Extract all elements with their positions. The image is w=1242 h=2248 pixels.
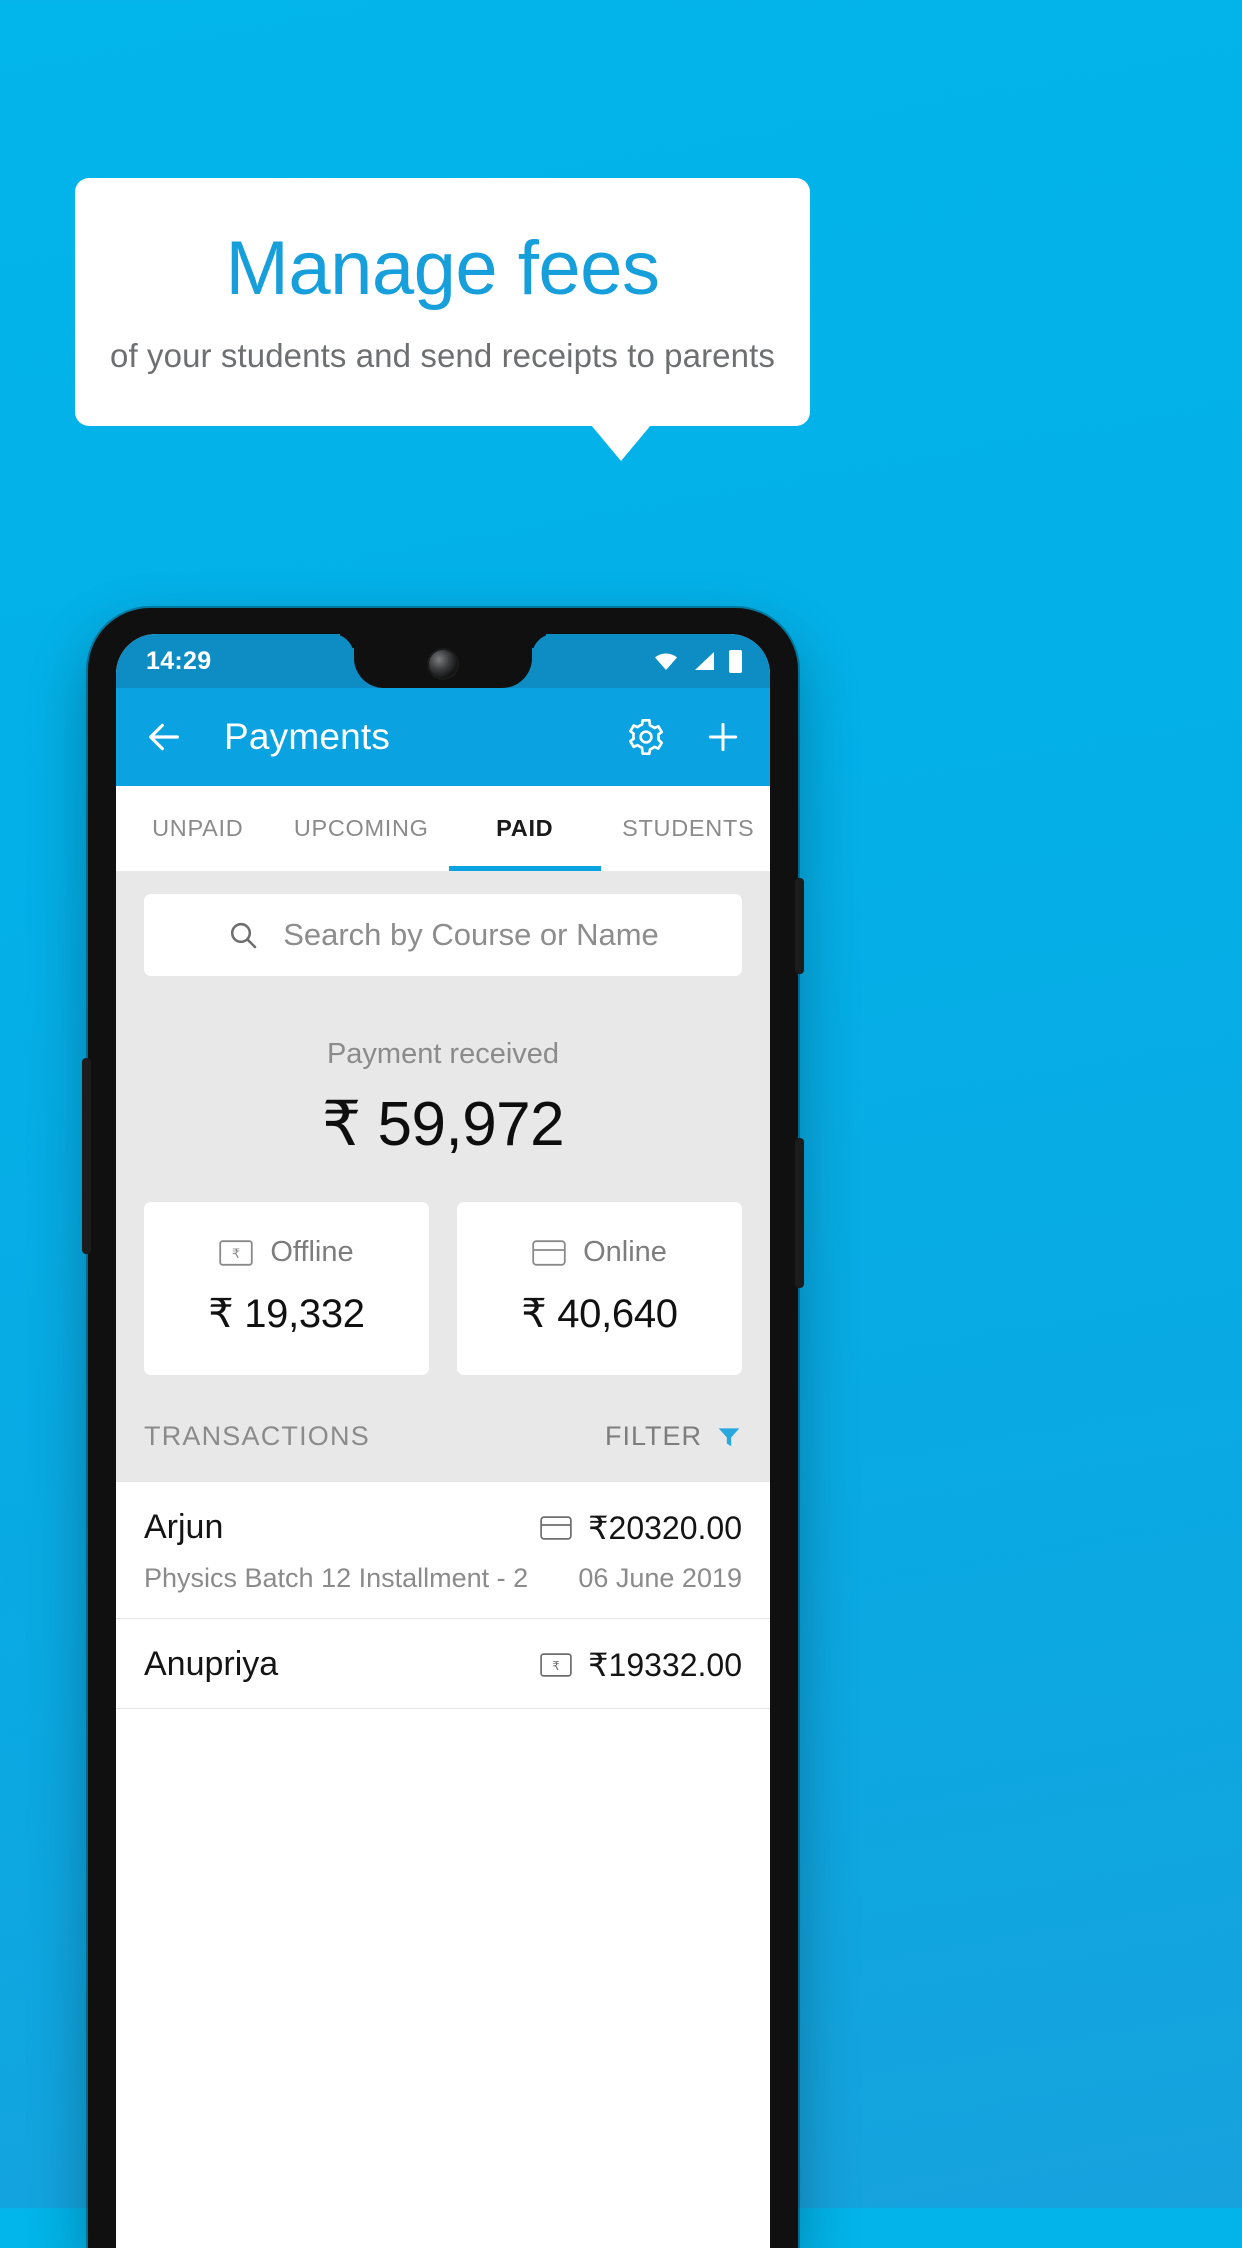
app-bar-actions [626, 717, 742, 757]
payment-mode-cards: ₹ Offline ₹ 19,332 Online ₹ 40,640 [116, 1160, 770, 1375]
phone-button-right-top[interactable] [795, 878, 804, 974]
signal-icon [695, 652, 714, 670]
transaction-name: Arjun [144, 1508, 224, 1546]
search-section: Search by Course or Name [116, 872, 770, 976]
transaction-amount-group: ₹ ₹19332.00 [540, 1646, 742, 1684]
transactions-list: Arjun ₹20320.00 Physics Batch 12 Install… [116, 1482, 770, 1709]
transactions-title: TRANSACTIONS [144, 1421, 370, 1451]
offline-card-amount: ₹ 19,332 [208, 1292, 365, 1336]
credit-card-icon [540, 1515, 572, 1540]
tab-unpaid[interactable]: UNPAID [116, 786, 280, 871]
tab-upcoming[interactable]: UPCOMING [280, 786, 444, 871]
phone-frame: 14:29 Payments UNPAID UPCOMING PAID STUD… [82, 608, 804, 2248]
online-card-head: Online [457, 1236, 742, 1269]
tab-paid[interactable]: PAID [443, 786, 607, 871]
credit-card-icon [532, 1239, 566, 1266]
summary-amount: ₹ 59,972 [321, 1090, 565, 1159]
app-bar: Payments [116, 688, 770, 786]
page-title: Payments [224, 716, 391, 757]
offline-card[interactable]: ₹ Offline ₹ 19,332 [144, 1202, 429, 1375]
screen-content: Search by Course or Name Payment receive… [116, 872, 770, 1709]
transaction-primary-line: Arjun ₹20320.00 [144, 1508, 742, 1547]
callout-tail [591, 425, 651, 461]
status-icons [653, 649, 742, 673]
plus-icon[interactable] [704, 718, 742, 756]
filter-button[interactable]: FILTER [605, 1421, 742, 1452]
table-row[interactable]: Arjun ₹20320.00 Physics Batch 12 Install… [116, 1482, 770, 1619]
promo-subtitle: of your students and send receipts to pa… [110, 336, 775, 374]
promo-title: Manage fees [225, 226, 660, 312]
back-arrow-icon[interactable] [144, 717, 184, 757]
wifi-icon [655, 653, 677, 670]
table-row[interactable]: Anupriya ₹ ₹19332.00 [116, 1619, 770, 1709]
phone-notch [354, 634, 532, 688]
transactions-header: TRANSACTIONS FILTER [116, 1375, 770, 1482]
phone-button-right-bottom[interactable] [795, 1138, 804, 1288]
offline-card-head: ₹ Offline [144, 1236, 429, 1269]
transaction-secondary-line: Physics Batch 12 Installment - 2 06 June… [144, 1563, 742, 1594]
online-card[interactable]: Online ₹ 40,640 [457, 1202, 742, 1375]
transaction-description: Physics Batch 12 Installment - 2 [144, 1563, 529, 1593]
filter-label: FILTER [604, 1421, 702, 1451]
tab-bar: UNPAID UPCOMING PAID STUDENTS [116, 786, 770, 872]
payment-summary: Payment received ₹ 59,972 [116, 976, 770, 1160]
transaction-date: 06 June 2019 [578, 1563, 742, 1593]
transaction-amount: ₹19332.00 [588, 1646, 742, 1683]
phone-screen: 14:29 Payments UNPAID UPCOMING PAID STUD… [116, 634, 770, 2248]
rupee-note-icon: ₹ [219, 1239, 254, 1266]
summary-label: Payment received [326, 1038, 560, 1070]
svg-text:₹: ₹ [552, 1659, 560, 1673]
transaction-amount-group: ₹20320.00 [540, 1509, 742, 1547]
funnel-icon [718, 1427, 740, 1446]
status-time: 14:29 [146, 646, 212, 675]
search-icon [231, 922, 257, 949]
tab-students[interactable]: STUDENTS [607, 786, 771, 871]
svg-text:₹: ₹ [232, 1246, 240, 1261]
promo-callout: Manage fees of your students and send re… [75, 178, 810, 426]
transaction-amount: ₹20320.00 [588, 1509, 742, 1546]
search-placeholder: Search by Course or Name [283, 917, 659, 952]
online-card-amount: ₹ 40,640 [521, 1292, 678, 1336]
gear-icon[interactable] [626, 717, 666, 757]
transaction-name: Anupriya [144, 1645, 279, 1683]
offline-card-label: Offline [270, 1236, 354, 1268]
battery-icon [729, 649, 742, 673]
online-card-label: Online [583, 1236, 667, 1268]
search-input[interactable]: Search by Course or Name [144, 894, 742, 976]
transaction-primary-line: Anupriya ₹ ₹19332.00 [144, 1645, 742, 1684]
rupee-note-icon: ₹ [540, 1652, 572, 1677]
front-camera [429, 650, 457, 678]
phone-button-left[interactable] [82, 1058, 91, 1254]
